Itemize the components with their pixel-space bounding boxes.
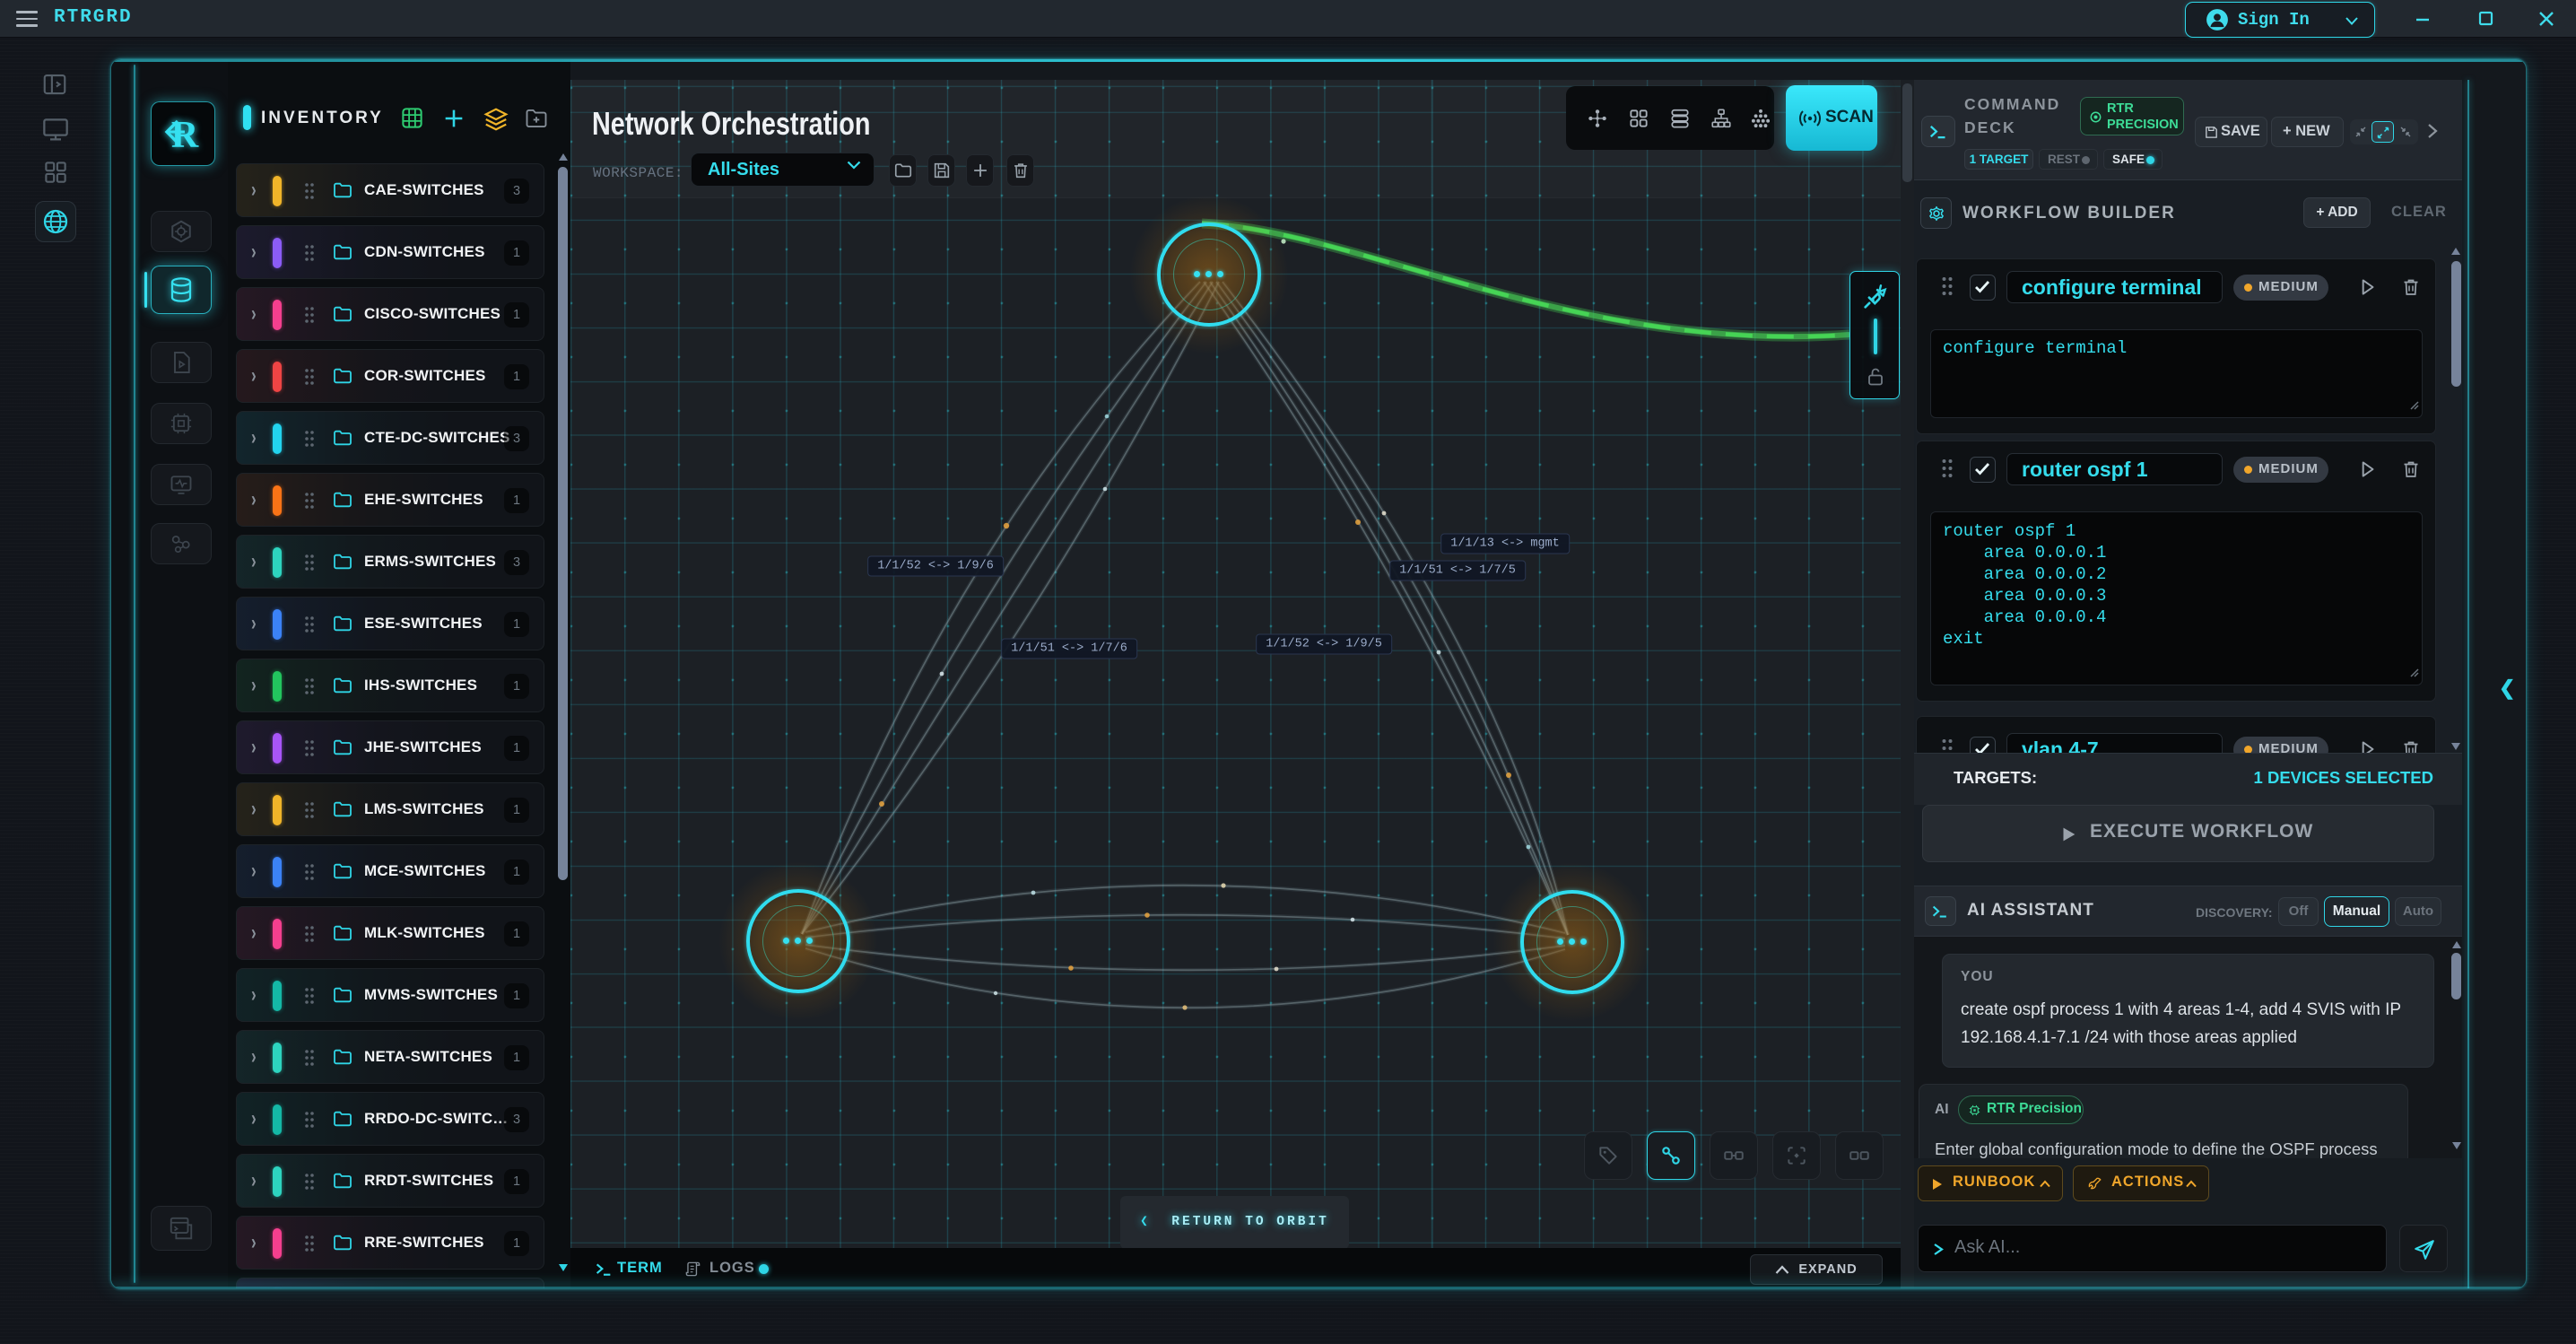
svg-text:R: R bbox=[171, 115, 199, 156]
